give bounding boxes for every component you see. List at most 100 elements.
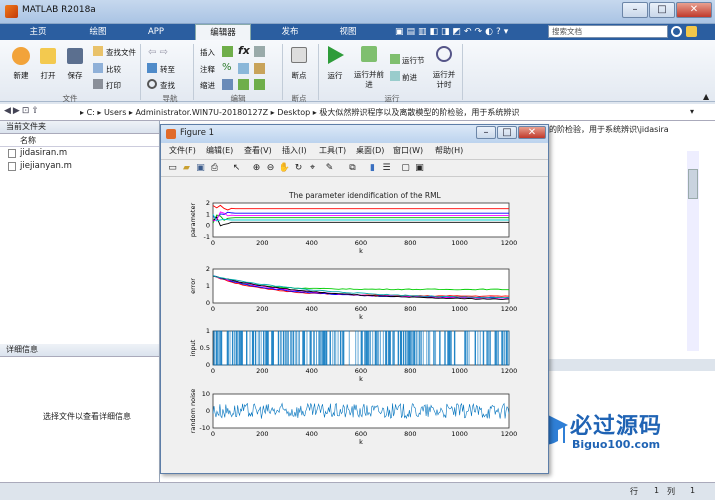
current-folder-panel: 当前文件夹 名称 jidasiran.m jiejianyan.m 详细信息 选… bbox=[0, 121, 160, 493]
advance-button[interactable]: 前进 bbox=[402, 72, 417, 83]
smart-indent-icon[interactable] bbox=[222, 79, 233, 90]
tab-plots[interactable]: 绘图 bbox=[78, 24, 118, 40]
back-forward-icon[interactable]: ⇦ ⇨ bbox=[148, 47, 168, 58]
m-file-icon bbox=[8, 162, 16, 171]
m-file-icon bbox=[8, 149, 16, 158]
minimize-button[interactable]: – bbox=[622, 2, 648, 18]
separator bbox=[318, 44, 319, 100]
new-icon[interactable] bbox=[12, 47, 30, 65]
breadcrumb: ▸ C: ▸ Users ▸ Administrator.WIN7U-20180… bbox=[80, 107, 519, 118]
tab-editor[interactable]: 编辑器 bbox=[195, 24, 251, 40]
insert-section-icon[interactable] bbox=[222, 46, 233, 57]
run-and-time-button[interactable]: 运行并计时 bbox=[430, 70, 458, 90]
comment-percent-icon[interactable]: % bbox=[222, 62, 232, 73]
compare-button[interactable]: 比较 bbox=[106, 64, 121, 75]
fx-icon[interactable]: fx bbox=[238, 44, 250, 57]
group-label-run: 运行 bbox=[384, 94, 400, 103]
close-button[interactable]: ✕ bbox=[676, 2, 712, 18]
run-and-advance-button[interactable]: 运行并前进 bbox=[354, 70, 384, 90]
tab-apps[interactable]: APP bbox=[136, 24, 176, 40]
x-tick-label: 1200 bbox=[501, 430, 518, 438]
y-tick-label: -10 bbox=[199, 424, 210, 432]
new-button[interactable]: 新建 bbox=[8, 70, 34, 81]
find-icon bbox=[147, 79, 157, 89]
outdent-icon[interactable] bbox=[254, 79, 265, 90]
find-button[interactable]: 查找 bbox=[160, 80, 175, 91]
x-tick-label: 400 bbox=[305, 430, 317, 438]
col-label: 列 bbox=[667, 487, 675, 496]
breadcrumb-item[interactable]: 极大似然辨识程序以及离散模型的阶检验，用于系统辨识 bbox=[319, 108, 519, 117]
column-name[interactable]: 名称 bbox=[20, 136, 36, 145]
save-icon[interactable] bbox=[67, 48, 83, 64]
x-axis-label: k bbox=[359, 438, 363, 446]
list-item[interactable]: jidasiran.m bbox=[0, 147, 159, 160]
address-bar[interactable]: ◀▶⊡⇧ ▸ C: ▸ Users ▸ Administrator.WIN7U-… bbox=[0, 104, 715, 121]
run-button[interactable]: 运行 bbox=[322, 70, 348, 81]
run-and-time-icon[interactable] bbox=[436, 46, 452, 62]
window-title: MATLAB R2018a bbox=[22, 5, 96, 15]
row-label: 行 bbox=[630, 487, 638, 496]
axes-3: 0 200 400 600 800 1000 1200100-10krandom noise bbox=[189, 389, 518, 446]
breakpoints-icon[interactable] bbox=[291, 47, 307, 63]
tab-home[interactable]: 主页 bbox=[18, 24, 58, 40]
panel-divider bbox=[549, 359, 715, 371]
search-icon[interactable] bbox=[671, 26, 682, 37]
row-value: 1 bbox=[654, 486, 660, 495]
breadcrumb-item[interactable]: C: bbox=[87, 108, 95, 117]
find-files-button[interactable]: 查找文件 bbox=[106, 47, 136, 58]
right-path-text: 的阶检验，用于系统辨识\jidasira bbox=[549, 125, 669, 134]
find-files-icon bbox=[93, 46, 103, 56]
wrap-comment-icon[interactable] bbox=[254, 63, 265, 74]
address-dropdown-icon[interactable]: ▾ bbox=[690, 107, 694, 116]
advance-icon bbox=[390, 71, 400, 81]
status-bar: 行 1 列 1 bbox=[0, 482, 715, 500]
save-button[interactable]: 保存 bbox=[62, 70, 88, 81]
insert-menu-icon[interactable] bbox=[254, 46, 265, 57]
comment-button[interactable]: 注释 bbox=[200, 64, 215, 75]
indent-button[interactable]: 缩进 bbox=[200, 80, 215, 91]
uncomment-icon[interactable] bbox=[238, 63, 249, 74]
x-tick-label: 200 bbox=[256, 430, 268, 438]
matlab-logo-icon bbox=[5, 5, 18, 18]
watermark-url: Biguo100.com bbox=[572, 438, 661, 451]
group-label-file: 文件 bbox=[62, 94, 78, 103]
open-button[interactable]: 打开 bbox=[35, 70, 61, 81]
print-icon bbox=[93, 79, 103, 89]
watermark-text: 必过源码 bbox=[570, 414, 663, 439]
separator bbox=[140, 44, 141, 100]
quick-access-toolbar: ▣▤▥◧◨◩↶↷◐?▾ bbox=[395, 27, 512, 37]
scrollbar-thumb[interactable] bbox=[688, 169, 698, 199]
breadcrumb-item[interactable]: Administrator.WIN7U-20180127Z bbox=[135, 108, 268, 117]
file-list-header[interactable]: 名称 bbox=[0, 134, 159, 147]
breadcrumb-item[interactable]: Desktop bbox=[277, 108, 310, 117]
y-tick-label: 10 bbox=[202, 390, 210, 398]
tab-view[interactable]: 视图 bbox=[328, 24, 368, 40]
go-to-button[interactable]: 转至 bbox=[160, 64, 175, 75]
run-section-icon bbox=[390, 54, 400, 64]
run-and-advance-icon[interactable] bbox=[361, 46, 377, 62]
title-bar: MATLAB R2018a – □ ✕ bbox=[0, 0, 715, 24]
details-title: 详细信息 bbox=[0, 344, 159, 357]
compare-icon bbox=[93, 63, 103, 73]
open-folder-icon[interactable] bbox=[40, 48, 56, 64]
breadcrumb-item[interactable]: Users bbox=[104, 108, 126, 117]
figure-window[interactable]: Figure 1 – □ ✕ 文件(F) 编辑(E) 查看(V) 插入(I) 工… bbox=[160, 124, 549, 474]
notification-icon[interactable] bbox=[686, 26, 697, 37]
go-to-icon bbox=[147, 63, 157, 73]
list-item[interactable]: jiejianyan.m bbox=[0, 160, 159, 173]
separator bbox=[282, 44, 283, 100]
collapse-ribbon-icon[interactable]: ▲ bbox=[703, 92, 709, 101]
run-section-button[interactable]: 运行节 bbox=[402, 55, 425, 66]
tab-publish[interactable]: 发布 bbox=[270, 24, 310, 40]
indent-icon[interactable] bbox=[238, 79, 249, 90]
run-icon[interactable] bbox=[328, 46, 344, 64]
maximize-button[interactable]: □ bbox=[649, 2, 675, 18]
col-value: 1 bbox=[690, 486, 696, 495]
search-docs-input[interactable]: 搜索文档 bbox=[548, 25, 668, 38]
nav-arrows-icon[interactable]: ◀▶⊡⇧ bbox=[4, 106, 41, 116]
x-tick-label: 800 bbox=[404, 430, 416, 438]
breakpoints-button[interactable]: 断点 bbox=[286, 70, 312, 81]
y-axis-label: random noise bbox=[189, 389, 197, 434]
print-button[interactable]: 打印 bbox=[106, 80, 121, 91]
insert-button[interactable]: 插入 bbox=[200, 47, 215, 58]
